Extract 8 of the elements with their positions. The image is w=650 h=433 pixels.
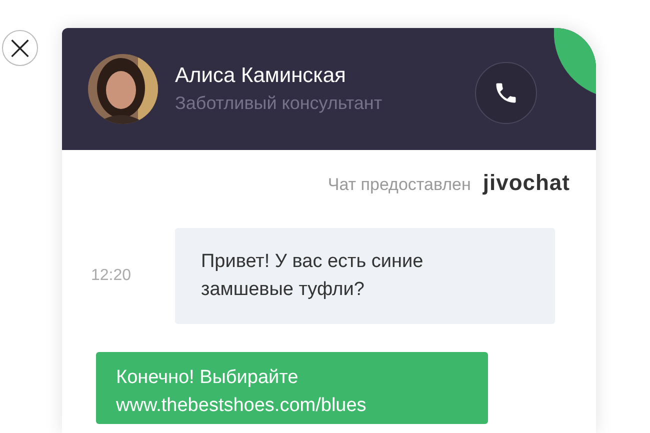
brand-logo[interactable]: jivochat (482, 170, 570, 196)
message-time: 12:20 (91, 267, 132, 285)
agent-role: Заботливый консультант (175, 92, 384, 115)
message-bubble: Конечно! Выбирайте www.thebestshoes.com/blues (96, 352, 488, 424)
agent-name: Алиса Каминская (175, 63, 347, 89)
provided-by-text: Чат предоставлен (328, 175, 471, 195)
close-button[interactable]: × (2, 30, 38, 66)
message-bubble: Привет! У вас есть синие замшевые туфли? (175, 228, 555, 324)
